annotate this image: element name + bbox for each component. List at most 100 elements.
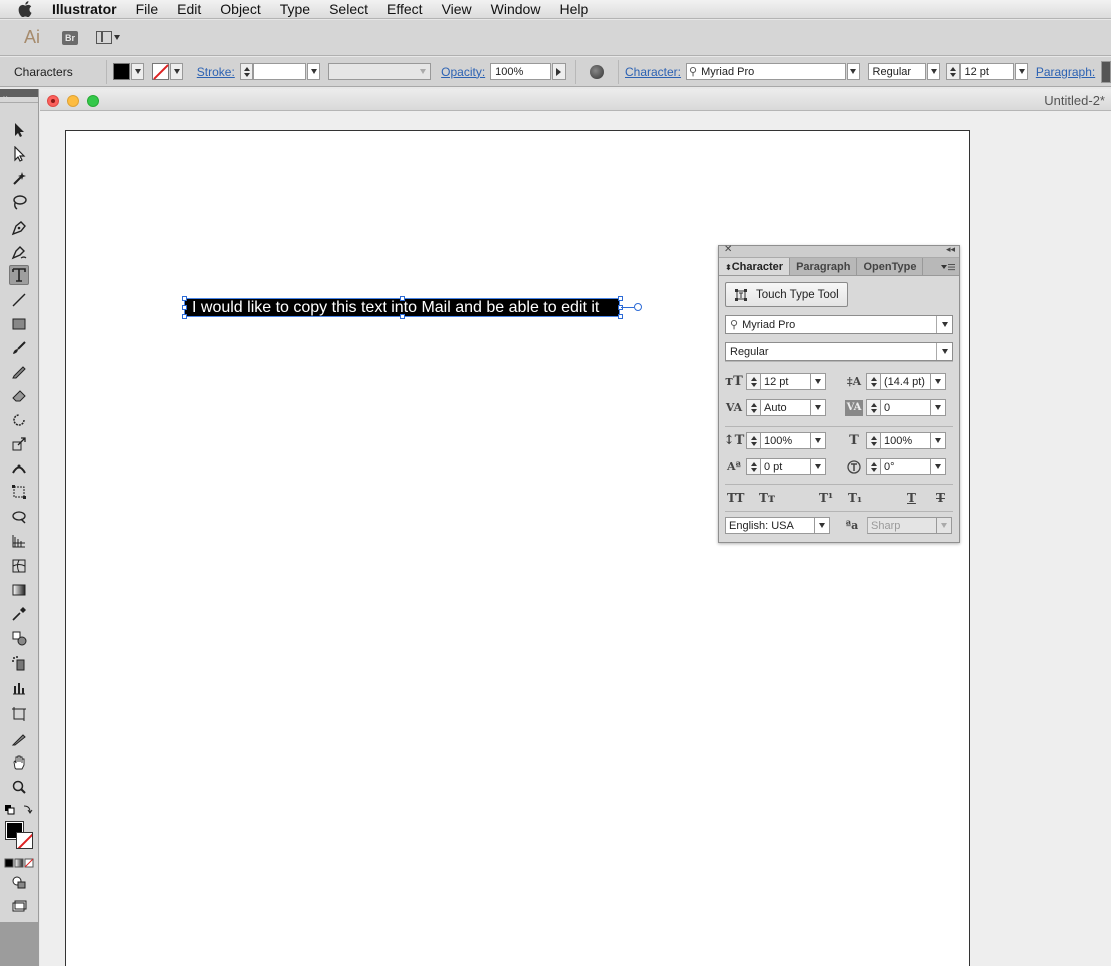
- font-size-dropdown[interactable]: [811, 373, 826, 390]
- close-panel-icon[interactable]: ✕: [724, 244, 732, 255]
- menu-effect[interactable]: Effect: [387, 1, 423, 17]
- arrange-documents-button[interactable]: [96, 31, 121, 44]
- apple-menu-icon[interactable]: [18, 1, 36, 17]
- leading-stepper[interactable]: [866, 373, 881, 390]
- stroke-dropdown[interactable]: [170, 63, 184, 80]
- horizontal-scale-field[interactable]: 100%: [881, 432, 931, 449]
- minimize-window-button[interactable]: [67, 95, 79, 107]
- zoom-tool[interactable]: [9, 777, 29, 797]
- antialiasing-field[interactable]: Sharp: [867, 517, 937, 534]
- vertical-scale-stepper[interactable]: [746, 432, 761, 449]
- language-field[interactable]: English: USA: [725, 517, 815, 534]
- paintbrush-tool[interactable]: [9, 338, 29, 358]
- tracking-dropdown[interactable]: [931, 399, 946, 416]
- column-graph-tool[interactable]: [9, 678, 29, 698]
- eraser-tool[interactable]: [9, 385, 29, 405]
- leading-field[interactable]: (14.4 pt): [881, 373, 931, 390]
- bounding-handle-bottom-right[interactable]: [618, 314, 623, 319]
- superscript-button[interactable]: T¹: [819, 491, 833, 505]
- kerning-dropdown[interactable]: [811, 399, 826, 416]
- horizontal-scale-stepper[interactable]: [866, 432, 881, 449]
- color-mode-buttons[interactable]: [4, 853, 34, 873]
- panel-menu-icon[interactable]: [941, 262, 955, 271]
- symbol-sprayer-tool[interactable]: [9, 653, 29, 673]
- character-label[interactable]: Character:: [625, 65, 681, 79]
- kerning-stepper[interactable]: [746, 399, 761, 416]
- baseline-shift-stepper[interactable]: [746, 458, 761, 475]
- font-family-dropdown[interactable]: [847, 63, 860, 80]
- drawing-modes-button[interactable]: [9, 872, 29, 892]
- perspective-grid-tool[interactable]: [9, 531, 29, 551]
- lasso-tool[interactable]: [9, 192, 29, 212]
- menu-view[interactable]: View: [442, 1, 472, 17]
- vertical-scale-field[interactable]: 100%: [761, 432, 811, 449]
- baseline-shift-field[interactable]: 0 pt: [761, 458, 811, 475]
- mesh-tool[interactable]: [9, 556, 29, 576]
- screen-mode-button[interactable]: [9, 896, 29, 916]
- menu-file[interactable]: File: [136, 1, 159, 17]
- menu-help[interactable]: Help: [559, 1, 588, 17]
- touch-type-tool-button[interactable]: Touch Type Tool: [725, 282, 848, 307]
- scale-tool[interactable]: [9, 434, 29, 454]
- zoom-window-button[interactable]: [87, 95, 99, 107]
- font-family-field[interactable]: ⚲ Myriad Pro: [686, 63, 847, 80]
- stroke-none-swatch[interactable]: [16, 832, 33, 849]
- leading-dropdown[interactable]: [931, 373, 946, 390]
- tab-opentype[interactable]: OpenType: [857, 258, 924, 275]
- gradient-tool[interactable]: [9, 580, 29, 600]
- horizontal-scale-dropdown[interactable]: [931, 432, 946, 449]
- menu-object[interactable]: Object: [220, 1, 260, 17]
- character-rotation-stepper[interactable]: [866, 458, 881, 475]
- strikethrough-button[interactable]: T: [936, 491, 945, 505]
- font-family-dropdown[interactable]: [936, 316, 952, 333]
- tools-panel-header[interactable]: ››: [0, 89, 38, 102]
- bounding-handle-bottom-left[interactable]: [182, 314, 187, 319]
- stroke-weight-field[interactable]: [253, 63, 307, 80]
- menu-type[interactable]: Type: [280, 1, 310, 17]
- default-fill-stroke-swap[interactable]: [4, 800, 34, 820]
- document-titlebar[interactable]: Untitled-2*: [40, 89, 1111, 111]
- eyedropper-tool[interactable]: [9, 604, 29, 624]
- panel-titlebar[interactable]: ✕ ◂◂: [719, 244, 959, 258]
- bounding-handle-bottom-center[interactable]: [400, 314, 405, 319]
- blend-tool[interactable]: [9, 628, 29, 648]
- menu-edit[interactable]: Edit: [177, 1, 201, 17]
- line-segment-tool[interactable]: [9, 290, 29, 310]
- pen-tool[interactable]: [9, 218, 29, 238]
- stroke-label[interactable]: Stroke:: [197, 65, 235, 79]
- type-tool[interactable]: [9, 265, 29, 285]
- vertical-scale-dropdown[interactable]: [811, 432, 826, 449]
- font-size-dropdown[interactable]: [1015, 63, 1029, 80]
- font-style-select[interactable]: Regular: [725, 342, 953, 361]
- text-out-port[interactable]: [634, 303, 642, 311]
- baseline-shift-dropdown[interactable]: [811, 458, 826, 475]
- character-rotation-field[interactable]: 0°: [881, 458, 931, 475]
- hand-tool[interactable]: [9, 752, 29, 772]
- tracking-field[interactable]: 0: [881, 399, 931, 416]
- font-size-field[interactable]: 12 pt: [761, 373, 811, 390]
- magic-wand-tool[interactable]: [9, 168, 29, 188]
- font-size-stepper[interactable]: [945, 63, 960, 80]
- all-caps-button[interactable]: TT: [727, 491, 744, 505]
- subscript-button[interactable]: T₁: [848, 491, 862, 505]
- paragraph-label[interactable]: Paragraph:: [1036, 65, 1095, 79]
- underline-button[interactable]: T: [907, 491, 916, 505]
- opacity-slider-button[interactable]: [551, 63, 566, 80]
- fill-stroke-swatches[interactable]: [5, 821, 34, 850]
- bridge-button[interactable]: Br: [62, 30, 79, 45]
- fill-swatch[interactable]: [112, 63, 131, 80]
- tab-paragraph[interactable]: Paragraph: [790, 258, 858, 275]
- font-family-select[interactable]: ⚲ Myriad Pro: [725, 315, 953, 334]
- artboard-tool[interactable]: [9, 704, 29, 724]
- variable-width-profile-dropdown[interactable]: [327, 63, 432, 80]
- antialiasing-dropdown[interactable]: [937, 517, 952, 534]
- selection-tool[interactable]: [9, 120, 29, 140]
- direct-selection-tool[interactable]: [9, 144, 29, 164]
- font-style-dropdown[interactable]: [927, 63, 940, 80]
- width-tool[interactable]: [9, 458, 29, 478]
- pencil-tool[interactable]: [9, 361, 29, 381]
- bounding-handle-top-left[interactable]: [182, 296, 187, 301]
- language-dropdown[interactable]: [815, 517, 830, 534]
- recolor-artwork-icon[interactable]: [590, 64, 605, 79]
- kerning-field[interactable]: Auto: [761, 399, 811, 416]
